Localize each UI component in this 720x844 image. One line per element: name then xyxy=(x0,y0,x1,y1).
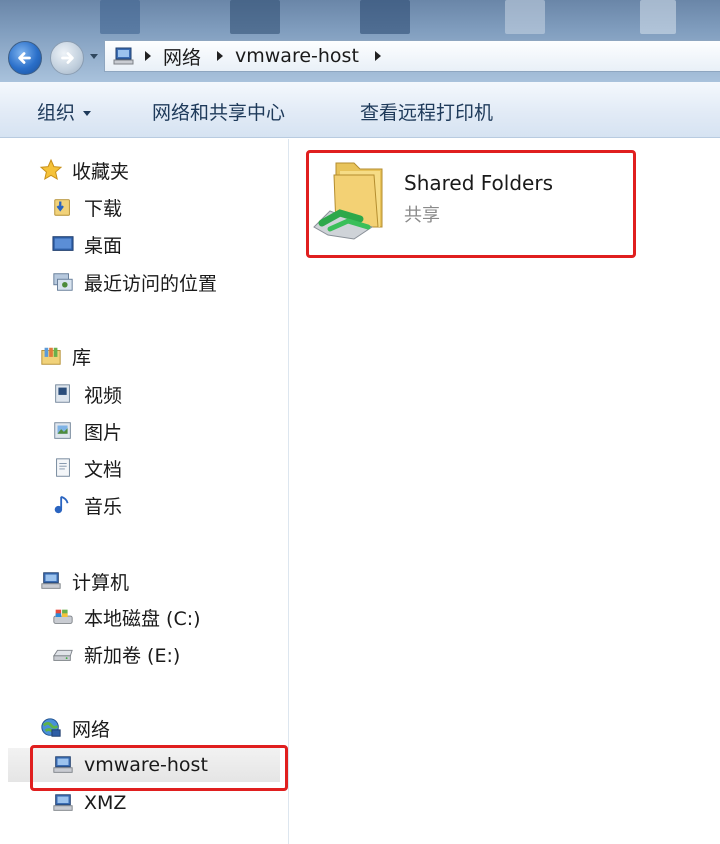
breadcrumb-separator[interactable] xyxy=(217,51,224,61)
arrow-right-icon xyxy=(61,52,74,64)
network-computer-icon xyxy=(113,47,134,65)
nav-item-desktop[interactable]: 桌面 xyxy=(50,227,122,261)
nav-item-vmware-host[interactable]: vmware-host xyxy=(8,748,280,782)
nav-item-label: 文档 xyxy=(84,458,123,481)
command-toolbar: 组织 网络和共享中心 查看远程打印机 xyxy=(0,82,720,138)
nav-item-documents[interactable]: 文档 xyxy=(50,451,122,485)
breadcrumb-separator[interactable] xyxy=(145,51,151,61)
nav-favorites-label: 收藏夹 xyxy=(72,160,130,183)
recent-pages-dropdown[interactable] xyxy=(90,54,98,59)
nav-item-drive-c[interactable]: 本地磁盘 (C:) xyxy=(50,600,201,634)
desktop-background xyxy=(360,0,410,34)
content-pane: Shared Folders 共享 xyxy=(290,139,720,844)
nav-item-drive-e[interactable]: 新加卷 (E:) xyxy=(50,637,180,671)
item-name: Shared Folders xyxy=(404,171,553,195)
desktop-background xyxy=(640,0,676,34)
network-globe-icon xyxy=(38,716,64,740)
chevron-down-icon xyxy=(83,111,92,116)
nav-item-downloads[interactable]: 下载 xyxy=(50,190,122,224)
navigation-pane: 收藏夹 下载 桌面 最近访问的位置 库 视频 图片 文档 音乐 计算机 本地磁盘… xyxy=(0,139,289,844)
nav-computer[interactable]: 计算机 xyxy=(38,564,129,598)
computer-icon xyxy=(38,569,64,593)
organize-label: 组织 xyxy=(37,102,76,124)
music-library-icon xyxy=(50,493,76,517)
item-type: 共享 xyxy=(404,205,440,226)
nav-item-label: 视频 xyxy=(84,384,123,407)
nav-item-music[interactable]: 音乐 xyxy=(50,488,122,522)
desktop-background xyxy=(230,0,280,34)
download-folder-icon xyxy=(50,195,76,219)
item-text: Shared Folders 共享 xyxy=(404,149,553,227)
recent-places-icon xyxy=(50,270,76,294)
library-icon xyxy=(38,344,64,368)
view-remote-printers-button[interactable]: 查看远程打印机 xyxy=(360,98,493,125)
nav-item-label: 本地磁盘 (C:) xyxy=(84,607,201,630)
network-computer-icon xyxy=(50,791,76,815)
star-icon xyxy=(38,158,64,182)
arrow-left-icon xyxy=(18,52,31,64)
system-drive-icon xyxy=(50,605,76,629)
nav-computer-label: 计算机 xyxy=(72,571,130,594)
nav-favorites[interactable]: 收藏夹 xyxy=(38,153,129,187)
nav-libraries-label: 库 xyxy=(72,346,92,369)
nav-network-label: 网络 xyxy=(72,718,111,741)
organize-menu[interactable]: 组织 xyxy=(37,98,92,125)
hard-drive-icon xyxy=(50,642,76,666)
breadcrumb-network[interactable]: 网络 xyxy=(163,43,201,70)
breadcrumb-vmware-host[interactable]: vmware-host xyxy=(235,45,359,67)
nav-item-label: XMZ xyxy=(84,792,127,814)
nav-item-recent-places[interactable]: 最近访问的位置 xyxy=(50,265,217,299)
nav-item-xmz[interactable]: XMZ xyxy=(50,786,126,820)
desktop-icon xyxy=(50,232,76,256)
nav-item-label: 图片 xyxy=(84,421,123,444)
desktop-background xyxy=(100,0,140,34)
back-button[interactable] xyxy=(8,41,42,75)
address-bar[interactable]: 网络 vmware-host xyxy=(104,40,720,72)
network-computer-icon xyxy=(50,753,76,777)
nav-item-pictures[interactable]: 图片 xyxy=(50,414,122,448)
nav-item-label: 音乐 xyxy=(84,495,123,518)
shared-folder-icon xyxy=(313,162,383,240)
nav-item-label: vmware-host xyxy=(84,754,208,776)
nav-network[interactable]: 网络 xyxy=(38,711,110,745)
picture-library-icon xyxy=(50,419,76,443)
nav-item-label: 最近访问的位置 xyxy=(84,272,218,295)
nav-libraries[interactable]: 库 xyxy=(38,339,91,373)
shared-folders-item[interactable]: Shared Folders 共享 xyxy=(310,149,630,259)
title-area: 网络 vmware-host xyxy=(0,0,720,82)
document-library-icon xyxy=(50,456,76,480)
nav-item-label: 下载 xyxy=(84,197,123,220)
nav-item-label: 新加卷 (E:) xyxy=(84,644,181,667)
desktop-background xyxy=(505,0,545,34)
nav-item-label: 桌面 xyxy=(84,234,123,257)
video-library-icon xyxy=(50,382,76,406)
nav-item-videos[interactable]: 视频 xyxy=(50,377,122,411)
breadcrumb-separator[interactable] xyxy=(374,51,381,61)
explorer-window: 网络 vmware-host 组织 网络和共享中心 查看远程打印机 收藏夹 下载 xyxy=(0,0,720,844)
network-sharing-center-button[interactable]: 网络和共享中心 xyxy=(152,98,285,125)
forward-button[interactable] xyxy=(50,41,84,75)
